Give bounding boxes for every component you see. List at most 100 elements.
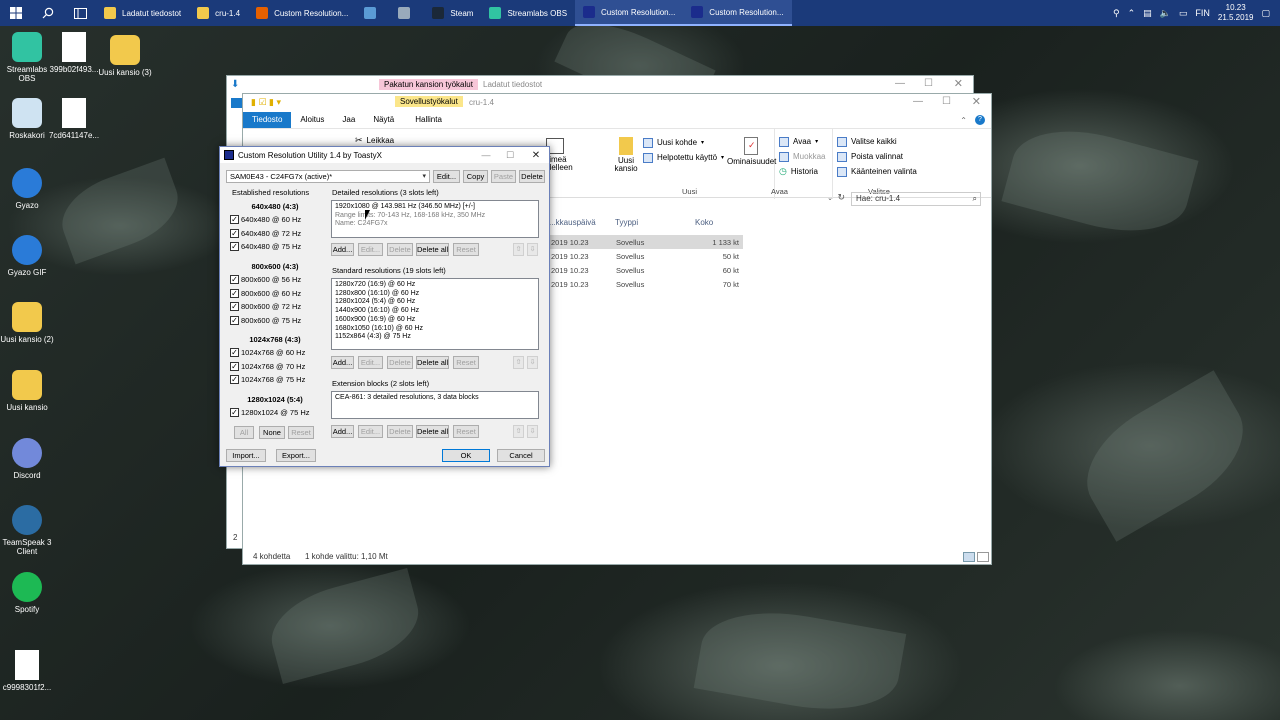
minimize-icon[interactable]: — [473,147,499,163]
paste-button[interactable]: Paste [491,170,516,183]
window-titlebar[interactable]: ⬇ Pakatun kansion työkalut Ladatut tiedo… [227,76,973,94]
desktop-icon[interactable]: Gyazo [0,168,54,210]
taskbar-item[interactable]: Ladatut tiedostot [96,0,189,26]
tab-manage[interactable]: Hallinta [403,112,454,128]
edit-monitor-button[interactable]: Edit... [433,170,460,183]
detailed-name[interactable]: Name: C24FG7x [335,220,535,229]
standard-item[interactable]: 1152x864 (4:3) @ 75 Hz [335,333,535,342]
standard-delete-all-button[interactable]: Delete all [416,356,449,369]
move-down-icon[interactable]: ⇩ [527,243,538,256]
copy-button[interactable]: Copy [463,170,488,183]
close-icon[interactable]: ✕ [972,95,981,108]
taskbar-item[interactable]: cru-1.4 [189,0,248,26]
established-checkbox-row[interactable]: ✓ 800x600 @ 56 Hz [230,273,320,287]
tab-share[interactable]: Jaa [333,112,364,128]
start-button[interactable] [0,0,32,26]
select-none-button[interactable]: Poista valinnat [837,149,903,164]
move-up-icon[interactable]: ⇧ [513,425,524,438]
dialog-titlebar[interactable]: Custom Resolution Utility 1.4 by ToastyX… [220,147,549,163]
tab-home[interactable]: Aloitus [291,112,333,128]
checkbox-checked-icon[interactable]: ✓ [230,242,239,252]
action-center-icon[interactable]: ▢ [1261,8,1270,19]
volume-icon[interactable]: 🔈 [1160,8,1171,19]
maximize-icon[interactable]: ☐ [497,147,523,163]
move-down-icon[interactable]: ⇩ [527,425,538,438]
reset-established-button[interactable]: Reset [288,426,314,439]
large-icons-view-icon[interactable] [977,552,989,562]
checkbox-checked-icon[interactable]: ✓ [230,228,239,238]
taskbar-item[interactable]: Streamlabs OBS [481,0,575,26]
file-row[interactable]: 2019 10.23 Sovellus 50 kt [549,249,743,263]
established-checkbox-row[interactable]: ✓ 1280x1024 @ 75 Hz [230,406,320,420]
cancel-button[interactable]: Cancel [497,449,545,462]
notification-chevron-icon[interactable]: ⌃ [1128,8,1136,19]
standard-item[interactable]: 1440x900 (16:10) @ 60 Hz [335,307,535,316]
export-button[interactable]: Export... [276,449,316,462]
detailed-delete-button[interactable]: Delete [387,243,413,256]
ok-button[interactable]: OK [442,449,490,462]
desktop-icon[interactable]: Roskakori [0,98,54,140]
tab-view[interactable]: Näytä [364,112,403,128]
window-titlebar[interactable]: ▮ ☑ ▮ ▾ Sovellustyökalut cru-1.4 — ☐ ✕ [243,94,991,112]
open-button[interactable]: Avaa ▾ [779,134,818,149]
checkbox-checked-icon[interactable]: ✓ [230,375,239,385]
detailed-reset-button[interactable]: Reset [453,243,479,256]
standard-list[interactable]: 1280x720 (16:9) @ 60 Hz 1280x800 (16:10) … [331,278,539,350]
search-button[interactable] [32,0,64,26]
checkbox-checked-icon[interactable]: ✓ [230,315,239,325]
extension-item[interactable]: CEA-861: 3 detailed resolutions, 3 data … [335,394,535,403]
extension-reset-button[interactable]: Reset [453,425,479,438]
checkbox-checked-icon[interactable]: ✓ [230,275,239,285]
minimize-icon[interactable]: — [895,78,905,89]
standard-item[interactable]: 1600x900 (16:9) @ 60 Hz [335,316,535,325]
desktop-icon[interactable]: 7cd641147e... [47,98,101,140]
task-view-button[interactable] [64,0,96,26]
taskbar-item[interactable] [356,0,390,26]
ribbon-collapse-chevron-icon[interactable]: ⌃ [960,116,967,125]
detailed-delete-all-button[interactable]: Delete all [416,243,449,256]
invert-selection-button[interactable]: Käänteinen valinta [837,164,917,179]
extension-edit-button[interactable]: Edit... [358,425,383,438]
move-down-icon[interactable]: ⇩ [527,356,538,369]
checkbox-checked-icon[interactable]: ✓ [230,302,239,312]
move-up-icon[interactable]: ⇧ [513,356,524,369]
desktop-icon[interactable]: c9998301f2... [0,650,54,692]
standard-delete-button[interactable]: Delete [387,356,413,369]
tab-file[interactable]: Tiedosto [243,112,292,128]
taskbar-item[interactable] [390,0,424,26]
column-header-date[interactable]: ...kkauspäivä [549,218,596,227]
edit-button[interactable]: Muokkaa [779,149,825,164]
column-header-size[interactable]: Koko [695,218,713,227]
desktop-icon[interactable]: TeamSpeak 3 Client [0,505,54,556]
standard-item[interactable]: 1280x800 (16:10) @ 60 Hz [335,290,535,299]
easy-access-button[interactable]: Helpotettu käyttö ▾ [643,150,724,165]
network-icon[interactable]: ▤ [1143,8,1152,19]
standard-add-button[interactable]: Add... [331,356,354,369]
display-icon[interactable]: ▭ [1179,8,1188,19]
desktop-icon[interactable]: Streamlabs OBS [0,32,54,83]
extension-delete-all-button[interactable]: Delete all [416,425,449,438]
checkbox-checked-icon[interactable]: ✓ [230,408,239,418]
cru-dialog[interactable]: Custom Resolution Utility 1.4 by ToastyX… [219,146,550,467]
established-checkbox-row[interactable]: ✓ 640x480 @ 60 Hz [230,213,320,227]
file-row[interactable]: 2019 10.23 Sovellus 60 kt [549,263,743,277]
new-folder-button[interactable]: Uusi kansio [611,135,641,173]
details-view-icon[interactable] [963,552,975,562]
standard-edit-button[interactable]: Edit... [358,356,383,369]
extension-delete-button[interactable]: Delete [387,425,413,438]
desktop-icon[interactable]: 399b02f493... [47,32,101,74]
desktop-icon[interactable]: Discord [0,438,54,480]
standard-item[interactable]: 1680x1050 (16:10) @ 60 Hz [335,325,535,334]
desktop-icon[interactable]: Uusi kansio (3) [98,35,152,77]
checkbox-checked-icon[interactable]: ✓ [230,288,239,298]
properties-button[interactable]: ✓ Ominaisuudet [727,135,776,166]
none-button[interactable]: None [259,426,285,439]
new-item-button[interactable]: Uusi kohde ▾ [643,135,704,150]
close-icon[interactable]: ✕ [954,77,963,90]
established-checkbox-row[interactable]: ✓ 1024x768 @ 60 Hz [230,346,320,360]
history-button[interactable]: ◷ Historia [779,164,818,179]
help-icon[interactable]: ? [975,115,985,125]
detailed-list[interactable]: 1920x1080 @ 143.981 Hz (346.50 MHz) [+/-… [331,200,539,238]
column-header-type[interactable]: Tyyppi [615,218,638,227]
established-checkbox-row[interactable]: ✓ 640x480 @ 75 Hz [230,240,320,254]
